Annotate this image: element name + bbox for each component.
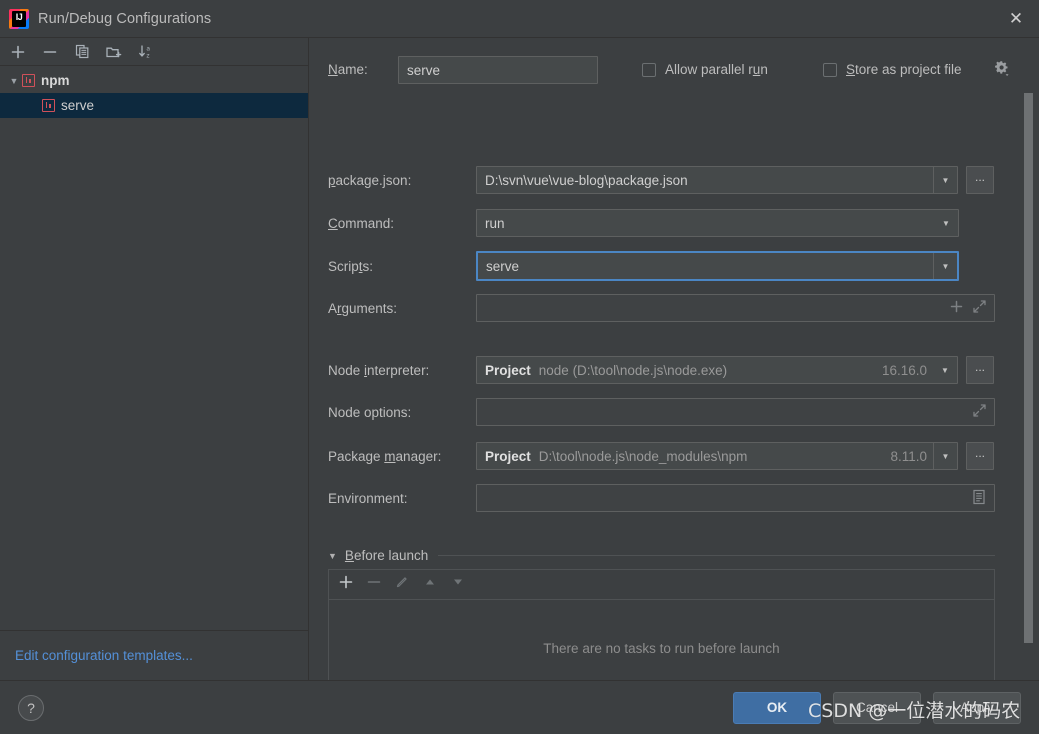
cancel-button[interactable]: Cancel <box>833 691 921 724</box>
help-icon[interactable]: ? <box>18 694 44 721</box>
configurations-tree[interactable]: ▼ npm serve <box>0 66 308 630</box>
edit-task-icon <box>395 575 409 594</box>
command-value: run <box>485 215 505 231</box>
name-label: Name: <box>328 62 368 77</box>
before-launch-task-list: There are no tasks to run before launch <box>328 569 995 680</box>
before-launch-header[interactable]: ▼ Before launch <box>328 548 995 563</box>
tree-node-label: serve <box>61 98 95 113</box>
window-title: Run/Debug Configurations <box>38 10 212 27</box>
store-as-project-file-checkbox[interactable]: Store as project file <box>823 62 962 77</box>
before-launch-toolbar <box>329 570 994 600</box>
intellij-idea-logo-icon: IJ <box>9 8 29 29</box>
node-options-input[interactable] <box>476 398 995 426</box>
npm-icon <box>22 74 35 87</box>
ok-button[interactable]: OK <box>733 691 821 724</box>
package-manager-path: D:\tool\node.js\node_modules\npm <box>538 448 748 464</box>
scripts-label: Scripts: <box>328 259 374 274</box>
node-options-field-icons <box>973 404 986 420</box>
command-combo[interactable]: run ▼ <box>476 209 959 237</box>
copy-icon[interactable] <box>72 42 92 62</box>
node-interpreter-scope: Project <box>485 362 531 378</box>
arguments-input[interactable] <box>476 294 995 322</box>
tree-node-label: npm <box>41 73 70 88</box>
before-launch-empty-message: There are no tasks to run before launch <box>543 640 780 656</box>
svg-text:z: z <box>146 52 149 59</box>
remove-task-icon <box>367 575 381 594</box>
left-panel-footer: Edit configuration templates... <box>0 630 308 680</box>
chevron-down-icon[interactable]: ▼ <box>934 210 958 236</box>
package-json-label: package.json: <box>328 173 412 188</box>
title-bar: IJ Run/Debug Configurations ✕ <box>0 0 1039 38</box>
name-input[interactable]: serve <box>398 56 598 84</box>
command-label: Command: <box>328 216 395 231</box>
scripts-value: serve <box>486 258 520 274</box>
allow-parallel-run-label: Allow parallel run <box>665 62 768 77</box>
section-divider <box>438 555 995 556</box>
sort-alphabetically-icon[interactable]: a z <box>136 42 156 62</box>
package-manager-combo[interactable]: Project D:\tool\node.js\node_modules\npm… <box>476 442 958 470</box>
chevron-down-icon[interactable]: ▼ <box>6 76 22 86</box>
package-manager-label: Package manager: <box>328 449 442 464</box>
scripts-combo[interactable]: serve ▼ <box>476 251 959 281</box>
configuration-form: Name: serve Allow parallel run Store as … <box>309 38 1039 680</box>
checkbox-box <box>823 62 837 77</box>
apply-button[interactable]: Apply <box>933 691 1021 724</box>
node-interpreter-version: 16.16.0 <box>881 362 927 378</box>
tree-node-serve[interactable]: serve <box>0 93 308 118</box>
chevron-down-icon[interactable]: ▼ <box>933 443 957 469</box>
npm-icon <box>42 99 55 112</box>
environment-field-icons <box>972 489 986 508</box>
node-interpreter-combo[interactable]: Project node (D:\tool\node.js\node.exe) … <box>476 356 958 384</box>
move-up-icon <box>423 575 437 594</box>
name-input-value: serve <box>407 62 441 78</box>
edit-configuration-templates-link[interactable]: Edit configuration templates... <box>15 648 193 663</box>
store-as-project-file-label: Store as project file <box>846 62 962 77</box>
package-manager-version: 8.11.0 <box>890 448 927 464</box>
svg-text:a: a <box>146 45 150 52</box>
package-json-input[interactable]: D:\svn\vue\vue-blog\package.json ▼ <box>476 166 958 194</box>
environment-input[interactable] <box>476 484 995 512</box>
add-folder-icon[interactable] <box>104 42 124 62</box>
add-task-icon[interactable] <box>339 575 353 594</box>
expand-icon[interactable] <box>973 404 986 420</box>
package-manager-scope: Project <box>485 448 531 464</box>
environment-variables-icon[interactable] <box>972 489 986 508</box>
chevron-down-icon[interactable]: ▼ <box>933 167 957 193</box>
remove-icon[interactable] <box>40 42 60 62</box>
dialog-actions: OK Cancel Apply <box>733 691 1021 724</box>
logo-text: IJ <box>15 11 23 22</box>
chevron-down-icon[interactable]: ▼ <box>933 357 957 383</box>
node-interpreter-path: node (D:\tool\node.js\node.exe) <box>538 362 728 378</box>
allow-parallel-run-checkbox[interactable]: Allow parallel run <box>642 62 768 77</box>
package-manager-browse-button[interactable]: ... <box>966 442 994 470</box>
node-interpreter-label: Node interpreter: <box>328 363 430 378</box>
node-interpreter-browse-button[interactable]: ... <box>966 356 994 384</box>
node-options-label: Node options: <box>328 405 412 420</box>
package-json-browse-button[interactable]: ... <box>966 166 994 194</box>
gear-dropdown-icon[interactable] <box>993 60 1012 84</box>
environment-label: Environment: <box>328 491 408 506</box>
add-icon[interactable] <box>8 42 28 62</box>
move-down-icon <box>451 575 465 594</box>
dialog-button-bar: ? OK Cancel Apply <box>0 680 1039 734</box>
chevron-down-icon[interactable]: ▼ <box>933 253 957 279</box>
before-launch-title: Before launch <box>344 548 429 563</box>
package-json-value: D:\svn\vue\vue-blog\package.json <box>485 172 688 188</box>
arguments-field-icons <box>950 300 986 316</box>
name-row: Name: <box>328 62 398 77</box>
checkbox-box <box>642 62 656 77</box>
triangle-down-icon[interactable]: ▼ <box>328 551 337 561</box>
plus-icon[interactable] <box>950 300 963 316</box>
configuration-form-panel: Name: serve Allow parallel run Store as … <box>309 38 1039 680</box>
form-vertical-scrollbar[interactable] <box>1024 93 1033 643</box>
configurations-toolbar: a z <box>0 38 308 66</box>
arguments-label: Arguments: <box>328 301 398 316</box>
configurations-panel: a z ▼ npm serve Edit configuration templ… <box>0 38 309 680</box>
run-debug-configurations-dialog: IJ Run/Debug Configurations ✕ a z ▼ npm … <box>0 0 1039 734</box>
expand-icon[interactable] <box>973 300 986 316</box>
dialog-body: a z ▼ npm serve Edit configuration templ… <box>0 38 1039 680</box>
tree-node-npm[interactable]: ▼ npm <box>0 68 308 93</box>
close-icon[interactable]: ✕ <box>993 0 1039 38</box>
